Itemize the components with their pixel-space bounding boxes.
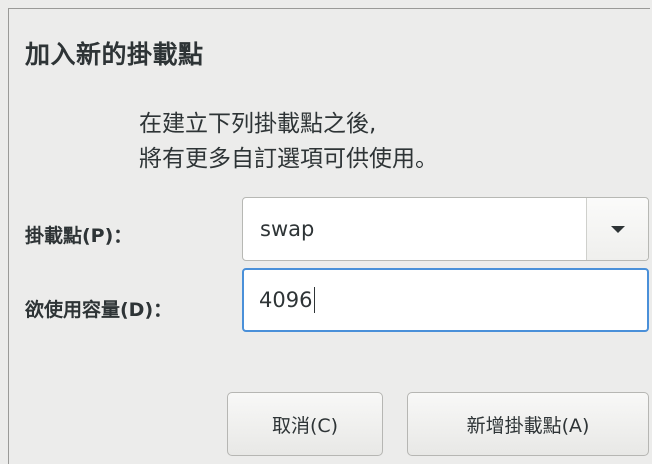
mount-point-dropdown-button[interactable] [586, 198, 648, 260]
mount-point-combobox[interactable]: swap [242, 197, 649, 261]
mount-point-value[interactable]: swap [243, 217, 586, 241]
add-mount-point-dialog: 加入新的掛載點 在建立下列掛載點之後, 將有更多自訂選項可供使用。 掛載點(P)… [8, 8, 650, 464]
capacity-value[interactable]: 4096 [259, 288, 312, 312]
capacity-input[interactable]: 4096 [242, 268, 649, 332]
capacity-label: 欲使用容量(D)： [25, 299, 173, 321]
cancel-button[interactable]: 取消(C) [227, 392, 383, 456]
dialog-title: 加入新的掛載點 [25, 40, 204, 69]
mount-point-label: 掛載點(P)： [25, 225, 133, 247]
info-line-2: 將有更多自訂選項可供使用。 [139, 146, 438, 172]
text-cursor [314, 287, 316, 313]
info-text: 在建立下列掛載點之後, 將有更多自訂選項可供使用。 [139, 107, 579, 177]
info-line-1: 在建立下列掛載點之後, [139, 111, 377, 137]
add-mount-point-button[interactable]: 新增掛載點(A) [407, 392, 649, 456]
chevron-down-icon [610, 225, 625, 233]
